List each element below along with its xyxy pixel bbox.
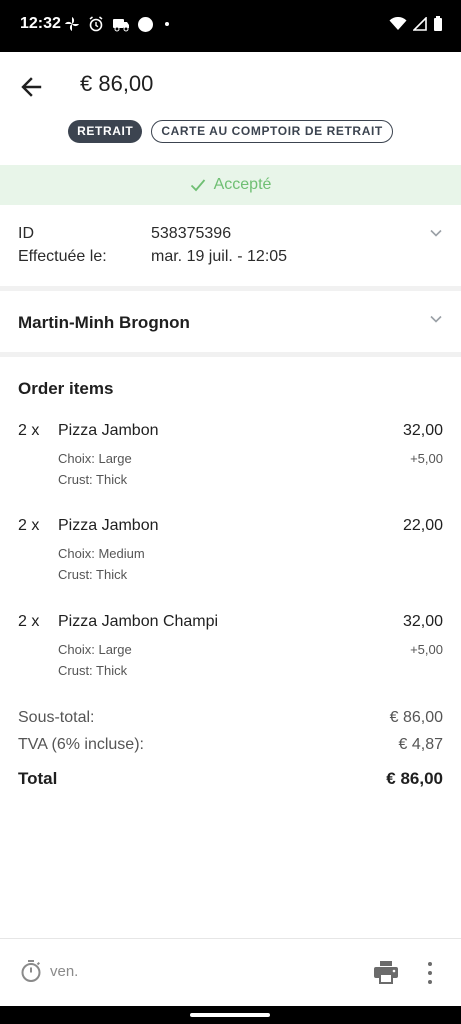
wifi-icon <box>389 17 407 30</box>
item-price: 22,00 <box>402 517 443 534</box>
pickup-time-button[interactable]: ven. <box>20 959 78 983</box>
timer-icon <box>21 960 41 982</box>
date-label: Effectuée le: <box>18 248 107 265</box>
item-option: Choix: Medium <box>58 546 145 561</box>
id-value: 538375396 <box>151 225 232 242</box>
item-name: Pizza Jambon Champi <box>58 613 219 630</box>
pickup-badge: RETRAIT <box>68 120 143 143</box>
item-option-extra: +5,00 <box>410 642 443 657</box>
item-price: 32,00 <box>402 422 443 439</box>
check-icon <box>190 179 205 192</box>
pickup-time-label: ven. <box>50 962 79 980</box>
bottom-action-bar: ven. <box>0 938 461 1006</box>
total-value: € 86,00 <box>386 769 443 788</box>
item-name: Pizza Jambon <box>58 517 159 534</box>
tax-label: TVA (6% incluse): <box>18 736 144 753</box>
page-title: € 86,00 <box>80 71 154 96</box>
more-vert-icon-dot <box>428 980 432 985</box>
battery-icon <box>434 16 442 31</box>
total-label: Total <box>18 769 58 788</box>
status-bar: 12:32 <box>0 0 461 52</box>
subtotal-value: € 86,00 <box>389 709 443 726</box>
tax-value: € 4,87 <box>398 736 443 753</box>
customer-name: Martin-Minh Brognon <box>18 313 190 332</box>
circle-icon <box>138 16 153 32</box>
item-quantity: 2 x <box>18 613 40 630</box>
pinwheel-icon <box>65 17 79 31</box>
item-quantity: 2 x <box>18 422 40 439</box>
back-button[interactable] <box>14 70 48 104</box>
item-option: Crust: Thick <box>58 472 128 487</box>
status-label: Accepté <box>213 176 272 193</box>
gesture-nav-bar <box>0 1006 461 1024</box>
order-badges: RETRAIT CARTE AU COMPTOIR DE RETRAIT <box>0 120 461 143</box>
more-options-button[interactable] <box>420 959 440 987</box>
print-button[interactable] <box>372 958 400 986</box>
more-vert-icon-dot <box>428 970 432 975</box>
status-system-icons <box>389 16 443 32</box>
order-items-title: Order items <box>18 379 114 398</box>
customer-section[interactable]: Martin-Minh Brognon <box>0 292 461 352</box>
signal-icon <box>413 17 427 31</box>
delivery-icon <box>113 19 129 32</box>
order-info-section[interactable]: ID 538375396 Effectuée le: mar. 19 juil.… <box>0 205 461 287</box>
status-notification-icons <box>64 16 169 32</box>
item-option-extra: +5,00 <box>410 451 443 466</box>
more-vert-icon <box>428 961 432 966</box>
more-notifications-icon <box>165 22 169 26</box>
alarm-icon <box>89 16 103 32</box>
order-header: € 86,00 RETRAIT CARTE AU COMPTOIR DE RET… <box>0 52 461 164</box>
subtotal-label: Sous-total: <box>18 709 95 726</box>
divider <box>0 352 461 357</box>
chevron-down-icon[interactable] <box>429 226 443 240</box>
divider <box>0 286 461 291</box>
chevron-down-icon[interactable] <box>429 312 443 326</box>
item-option: Choix: Large <box>58 451 132 466</box>
status-time: 12:32 <box>20 15 61 32</box>
print-icon <box>374 961 398 984</box>
status-banner: Accepté <box>0 165 461 205</box>
date-value: mar. 19 juil. - 12:05 <box>151 248 288 265</box>
item-quantity: 2 x <box>18 517 40 534</box>
item-name: Pizza Jambon <box>58 422 159 439</box>
item-price: 32,00 <box>402 613 443 630</box>
item-option: Choix: Large <box>58 642 132 657</box>
home-handle[interactable] <box>190 1013 270 1017</box>
arrow-back-icon <box>21 77 42 97</box>
item-option: Crust: Thick <box>58 567 128 582</box>
payment-badge: CARTE AU COMPTOIR DE RETRAIT <box>151 120 393 143</box>
item-option: Crust: Thick <box>58 663 128 678</box>
id-label: ID <box>18 225 34 242</box>
